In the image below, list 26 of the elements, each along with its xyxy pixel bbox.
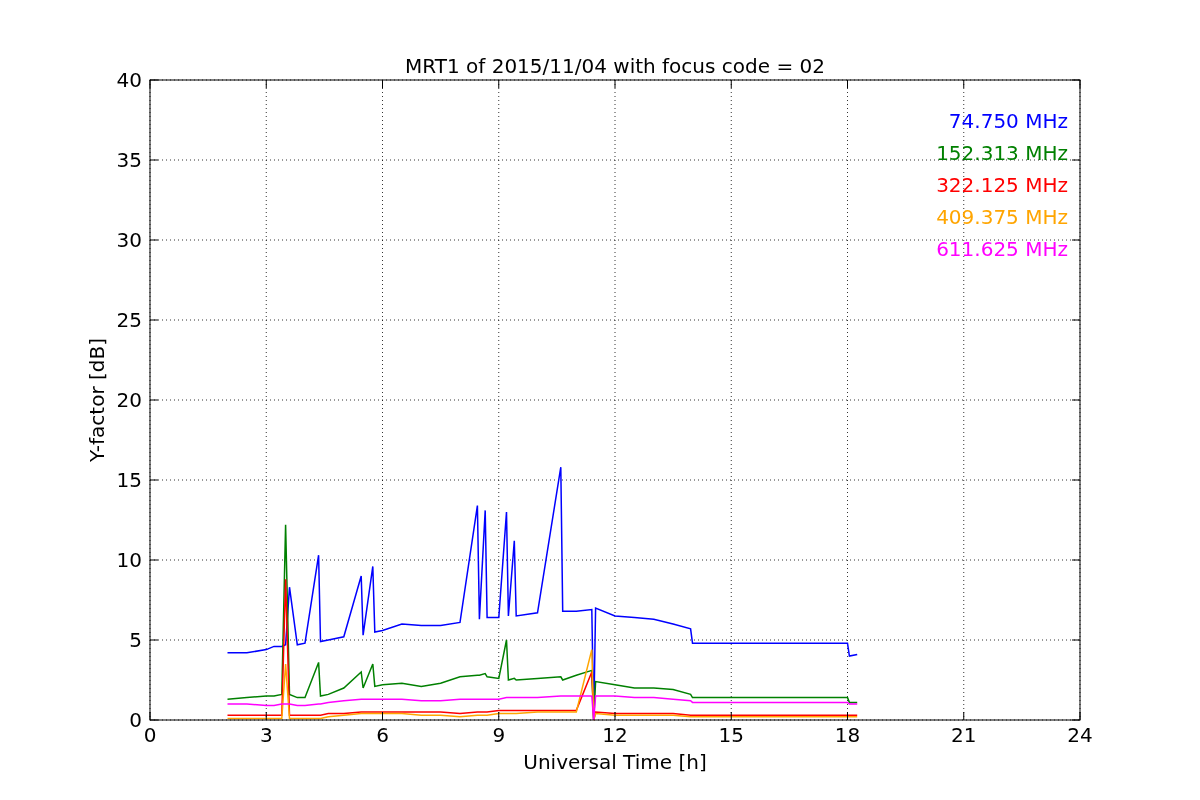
- y-tick-label: 25: [116, 308, 142, 332]
- legend-label: 152.313 MHz: [936, 141, 1068, 165]
- y-tick-label: 35: [116, 148, 142, 172]
- x-tick-label: 24: [1067, 723, 1093, 747]
- x-tick-label: 15: [718, 723, 744, 747]
- x-tick-label: 21: [951, 723, 977, 747]
- y-tick-label: 30: [116, 228, 142, 252]
- chart-title: MRT1 of 2015/11/04 with focus code = 02: [405, 54, 825, 78]
- legend-label: 322.125 MHz: [936, 173, 1068, 197]
- legend-label: 74.750 MHz: [948, 109, 1068, 133]
- legend-label: 611.625 MHz: [936, 237, 1068, 261]
- y-tick-label: 15: [116, 468, 142, 492]
- y-axis-label: Y-factor [dB]: [85, 338, 109, 462]
- y-tick-label: 0: [129, 708, 142, 732]
- x-tick-label: 0: [143, 723, 157, 747]
- y-tick-label: 40: [116, 68, 142, 92]
- x-tick-label: 12: [602, 723, 628, 747]
- x-tick-label: 3: [259, 723, 273, 747]
- y-tick-label: 20: [116, 388, 142, 412]
- x-tick-label: 6: [376, 723, 389, 747]
- x-axis-label: Universal Time [h]: [523, 750, 707, 774]
- y-tick-label: 5: [129, 628, 142, 652]
- x-tick-label: 9: [492, 723, 506, 747]
- legend-label: 409.375 MHz: [936, 205, 1068, 229]
- x-tick-label: 18: [834, 723, 861, 747]
- y-tick-label: 10: [116, 548, 142, 572]
